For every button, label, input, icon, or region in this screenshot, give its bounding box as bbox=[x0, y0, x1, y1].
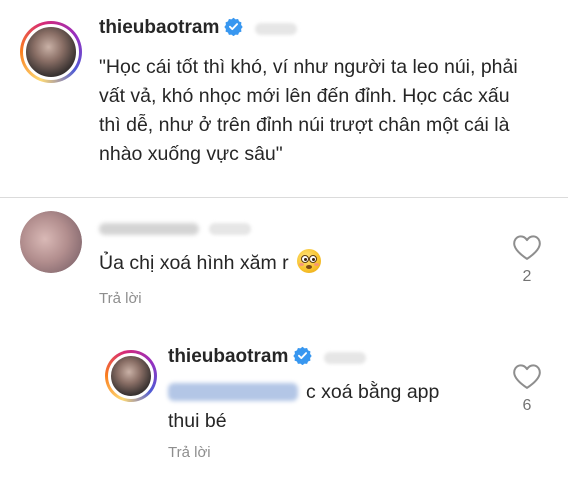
heart-like-icon[interactable] bbox=[512, 362, 542, 390]
commenter-username-blurred[interactable] bbox=[99, 223, 199, 235]
post-caption: "Học cái tốt thì khó, ví như người ta le… bbox=[99, 56, 518, 165]
commenter-row bbox=[99, 222, 252, 240]
reply-timestamp-blurred bbox=[324, 351, 367, 364]
reply-button[interactable]: Trả lời bbox=[168, 444, 211, 461]
comment-timestamp-blurred bbox=[209, 223, 252, 235]
divider bbox=[0, 197, 568, 198]
post-timestamp-blurred bbox=[255, 22, 298, 35]
post-author-avatar[interactable] bbox=[20, 21, 82, 83]
avatar-image bbox=[108, 353, 154, 399]
reply-author-row: thieubaotram bbox=[168, 346, 367, 368]
verified-badge-icon bbox=[224, 17, 243, 36]
reply-author-username[interactable]: thieubaotram bbox=[168, 346, 288, 367]
verified-badge-icon bbox=[293, 346, 312, 365]
avatar-image bbox=[20, 211, 82, 273]
like-count: 6 bbox=[522, 397, 532, 414]
like-count: 2 bbox=[522, 268, 532, 285]
heart-like-icon[interactable] bbox=[512, 233, 542, 261]
comment-text-row: Ủa chị xoá hình xăm r bbox=[99, 249, 322, 278]
comment-text: Ủa chị xoá hình xăm r bbox=[99, 252, 289, 274]
avatar-image bbox=[23, 24, 79, 80]
reply-button[interactable]: Trả lời bbox=[99, 290, 142, 307]
reply-author-avatar[interactable] bbox=[105, 350, 157, 402]
commenter-avatar[interactable] bbox=[20, 211, 82, 273]
reply-text: c xoá bằng app thui bé bbox=[168, 381, 440, 432]
post-author-row: thieubaotram bbox=[99, 17, 298, 39]
post-author-username[interactable]: thieubaotram bbox=[99, 17, 219, 38]
flushed-face-emoji bbox=[297, 249, 322, 273]
